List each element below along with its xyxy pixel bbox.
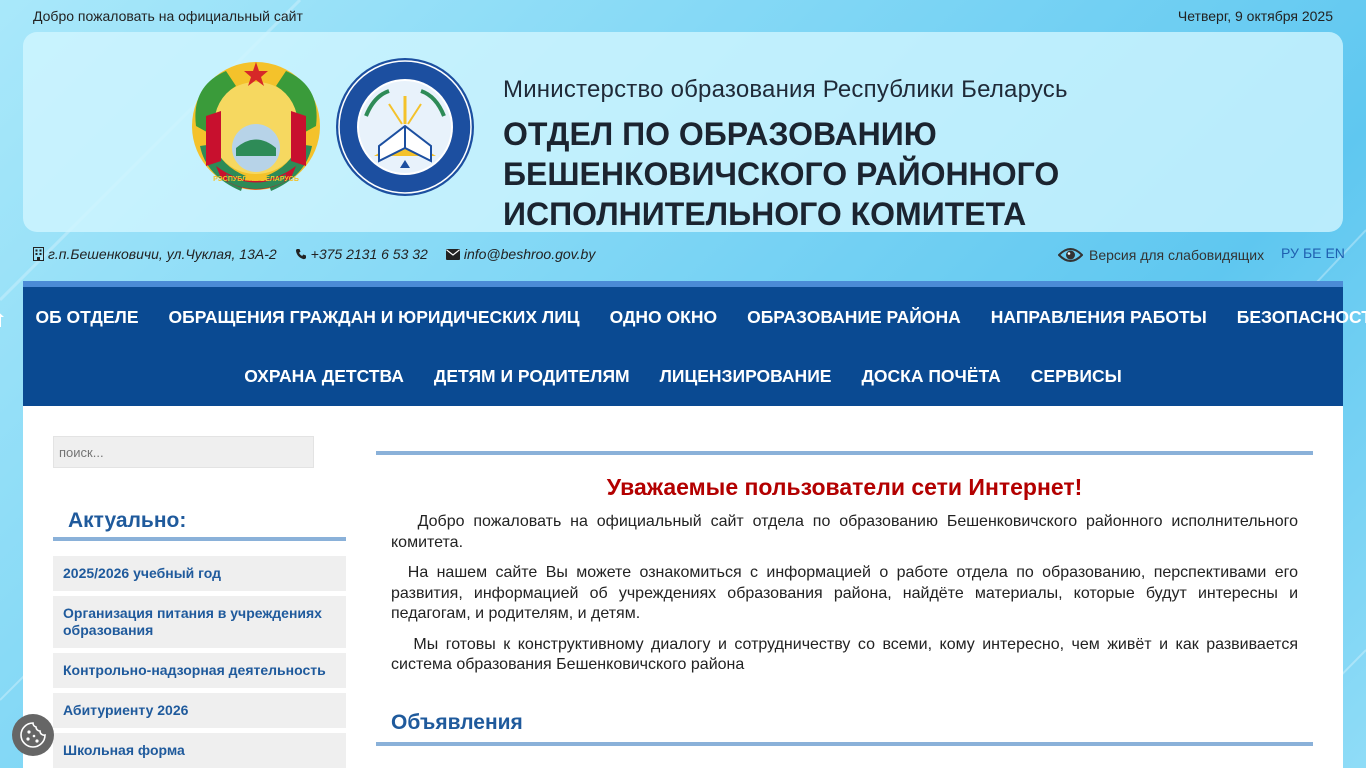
nav-row-2: ОХРАНА ДЕТСТВА ДЕТЯМ И РОДИТЕЛЯМ ЛИЦЕНЗИ… — [23, 364, 1343, 388]
building-icon — [33, 247, 44, 261]
main-text: Добро пожаловать на официальный сайт отд… — [391, 512, 1298, 686]
paragraph-1: Добро пожаловать на официальный сайт отд… — [391, 513, 1298, 551]
top-bar: Добро пожаловать на официальный сайт Чет… — [33, 8, 1333, 26]
phone-icon — [295, 249, 306, 260]
nav-child-protection[interactable]: ОХРАНА ДЕТСТВА — [229, 364, 419, 388]
nav-row-1: ОБ ОТДЕЛЕ ОБРАЩЕНИЯ ГРАЖДАН И ЮРИДИЧЕСКИ… — [0, 305, 1366, 329]
contacts-bar: г.п.Бешенковичи, ул.Чуклая, 13А-2 +375 2… — [33, 244, 595, 264]
page-title: ОТДЕЛ ПО ОБРАЗОВАНИЮ БЕШЕНКОВИЧСКОГО РАЙ… — [503, 116, 1060, 232]
sidebar-title: Актуально: — [68, 509, 187, 532]
eye-icon — [1058, 248, 1083, 262]
main-navigation: ОБ ОТДЕЛЕ ОБРАЩЕНИЯ ГРАЖДАН И ЮРИДИЧЕСКИ… — [0, 281, 1366, 406]
lang-ru[interactable]: РУ — [1281, 245, 1299, 261]
sidebar-item-applicant[interactable]: Абитуриенту 2026 — [53, 693, 346, 728]
sidebar-item-nutrition[interactable]: Организация питания в учреждениях образо… — [53, 596, 346, 648]
phone-text[interactable]: +375 2131 6 53 32 — [311, 246, 428, 262]
search-input[interactable] — [53, 436, 314, 468]
emblem-text: РЭСПУБЛІКА БЕЛАРУСЬ — [213, 176, 299, 183]
nav-district-education[interactable]: ОБРАЗОВАНИЕ РАЙОНА — [732, 305, 976, 329]
nav-honor-board[interactable]: ДОСКА ПОЧЁТА — [846, 364, 1015, 388]
announcements-divider — [376, 742, 1313, 746]
sidebar-divider — [53, 537, 346, 541]
nav-work-directions[interactable]: НАПРАВЛЕНИЯ РАБОТЫ — [976, 305, 1222, 329]
nav-home[interactable] — [0, 305, 20, 329]
phone-item[interactable]: +375 2131 6 53 32 — [295, 246, 428, 262]
main-divider-top — [376, 451, 1313, 455]
cookie-settings-button[interactable] — [12, 714, 54, 756]
lang-en[interactable]: EN — [1325, 245, 1344, 261]
email-item[interactable]: info@beshroo.gov.by — [445, 246, 595, 262]
nav-licensing[interactable]: ЛИЦЕНЗИРОВАНИЕ — [645, 364, 847, 388]
address-item: г.п.Бешенковичи, ул.Чуклая, 13А-2 — [33, 246, 277, 262]
sidebar-item-school-year[interactable]: 2025/2026 учебный год — [53, 556, 346, 591]
nav-one-window[interactable]: ОДНО ОКНО — [595, 305, 733, 329]
sidebar-item-school-uniform[interactable]: Школьная форма — [53, 733, 346, 768]
announcements-title: Объявления — [391, 711, 523, 734]
lang-be[interactable]: БЕ — [1303, 245, 1322, 261]
accessibility-label[interactable]: Версия для слабовидящих — [1089, 247, 1264, 263]
welcome-text: Добро пожаловать на официальный сайт — [33, 8, 303, 24]
nav-appeals[interactable]: ОБРАЩЕНИЯ ГРАЖДАН И ЮРИДИЧЕСКИХ ЛИЦ — [154, 305, 595, 329]
nav-safety[interactable]: БЕЗОПАСНОСТЬ — [1222, 305, 1366, 329]
accessibility-version-link[interactable]: Версия для слабовидящих — [1058, 244, 1264, 266]
envelope-icon — [445, 248, 460, 260]
language-switcher: РУ БЕ EN — [1281, 245, 1345, 261]
current-date: Четверг, 9 октября 2025 — [1177, 8, 1333, 24]
content-area: Актуально: 2025/2026 учебный год Организ… — [23, 406, 1343, 768]
sidebar-item-control[interactable]: Контрольно-надзорная деятельность — [53, 653, 346, 688]
main-heading: Уважаемые пользователи сети Интернет! — [606, 474, 1083, 500]
paragraph-2: На нашем сайте Вы можете ознакомиться с … — [391, 564, 1299, 622]
nav-about[interactable]: ОБ ОТДЕЛЕ — [20, 305, 153, 329]
state-emblem-icon: РЭСПУБЛІКА БЕЛАРУСЬ — [192, 62, 320, 191]
ministry-name: Министерство образования Республики Бела… — [503, 76, 1068, 103]
cookie-icon — [20, 722, 46, 748]
email-link[interactable]: info@beshroo.gov.by — [464, 246, 595, 262]
sidebar-list: 2025/2026 учебный год Организация питани… — [53, 556, 346, 768]
nav-children-parents[interactable]: ДЕТЯМ И РОДИТЕЛЯМ — [419, 364, 645, 388]
address-text: г.п.Бешенковичи, ул.Чуклая, 13А-2 — [48, 246, 277, 262]
paragraph-3: Мы готовы к конструктивному диалогу и со… — [391, 635, 1298, 674]
home-icon — [0, 312, 5, 327]
department-logo-icon — [336, 58, 474, 196]
site-header: РЭСПУБЛІКА БЕЛАРУСЬ Министерство образов… — [23, 32, 1343, 232]
nav-services[interactable]: СЕРВИСЫ — [1016, 364, 1137, 388]
